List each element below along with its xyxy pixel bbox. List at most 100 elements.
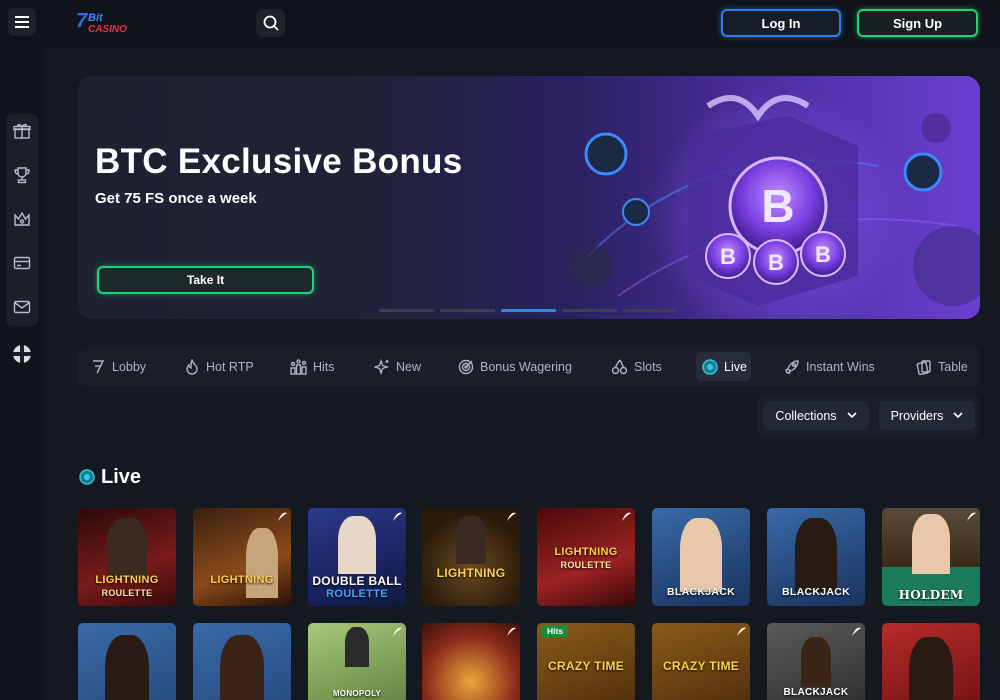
live-icon bbox=[702, 358, 718, 375]
carousel-dot[interactable] bbox=[562, 309, 617, 312]
game-tile[interactable]: BLACKJACK bbox=[767, 623, 865, 700]
category-live[interactable]: Live bbox=[702, 347, 747, 386]
category-hits[interactable]: Hits bbox=[290, 347, 335, 386]
dealer-image bbox=[107, 518, 147, 578]
category-label: Table bbox=[938, 359, 968, 374]
category-label: Instant Wins bbox=[806, 359, 875, 374]
hits-badge: Hits bbox=[542, 625, 569, 637]
providers-label: Providers bbox=[890, 408, 944, 423]
svg-text:B: B bbox=[768, 250, 784, 275]
uk-flag-icon[interactable] bbox=[12, 344, 32, 364]
banner-subtitle: Get 75 FS once a week bbox=[95, 190, 257, 207]
mail-icon[interactable] bbox=[12, 297, 32, 317]
svg-text:B: B bbox=[815, 242, 831, 267]
category-label: Slots bbox=[634, 359, 662, 374]
svg-text:B: B bbox=[761, 180, 794, 232]
chevron-down-icon bbox=[953, 412, 963, 419]
category-label: Hits bbox=[313, 359, 335, 374]
game-title: CRAZY TIME bbox=[547, 659, 625, 673]
game-title: BLACKJACK bbox=[781, 586, 851, 598]
category-label: Bonus Wagering bbox=[480, 359, 572, 374]
dealer-image bbox=[220, 635, 264, 700]
take-it-button[interactable]: Take It bbox=[97, 266, 314, 294]
dealer-image bbox=[245, 528, 278, 598]
category-label: New bbox=[396, 359, 422, 374]
game-tile[interactable]: Hits CRAZY TIME bbox=[537, 623, 635, 700]
game-tile[interactable]: LIGHTNING bbox=[193, 508, 291, 606]
section-title: Live bbox=[101, 466, 142, 488]
menu-button[interactable] bbox=[8, 8, 36, 36]
category-label: Hot RTP bbox=[206, 359, 254, 374]
game-tile[interactable] bbox=[193, 623, 291, 700]
card-icon[interactable] bbox=[12, 253, 32, 273]
category-new[interactable]: New bbox=[374, 347, 421, 386]
dealer-image bbox=[912, 514, 950, 574]
live-icon bbox=[79, 469, 95, 485]
dealer-image bbox=[795, 518, 837, 592]
dealer-image bbox=[456, 516, 486, 564]
provider-icon bbox=[737, 627, 746, 636]
trophy-icon[interactable] bbox=[12, 165, 32, 185]
target-icon bbox=[458, 359, 474, 374]
hamburger-icon bbox=[15, 16, 29, 28]
top-bar: 7 Bit CASINO Log In Sign Up bbox=[0, 0, 1000, 48]
bitcoin-gift-illustration: B B B B bbox=[568, 86, 980, 319]
game-tile[interactable]: DOUBLE BALL ROULETTE bbox=[308, 508, 406, 606]
collections-label: Collections bbox=[775, 408, 837, 423]
provider-icon bbox=[967, 512, 976, 521]
game-title: MONOPOLY bbox=[332, 689, 382, 698]
game-tile[interactable]: BLACKJACK bbox=[652, 508, 750, 606]
casino-logo[interactable]: 7 Bit CASINO bbox=[76, 9, 128, 35]
dealer-image bbox=[345, 627, 369, 667]
sparkle-icon bbox=[374, 358, 390, 375]
category-slots[interactable]: Slots bbox=[611, 347, 662, 386]
provider-icon bbox=[278, 512, 287, 521]
login-button[interactable]: Log In bbox=[721, 9, 841, 37]
provider-icon bbox=[393, 627, 402, 636]
category-nav: Lobby Hot RTP Hits New Bonus Wagering Sl… bbox=[78, 347, 980, 386]
category-hot-rtp[interactable]: Hot RTP bbox=[184, 347, 254, 386]
game-tile[interactable] bbox=[78, 623, 176, 700]
game-tile[interactable]: LIGHTNING ROULETTE bbox=[78, 508, 176, 606]
search-button[interactable] bbox=[256, 9, 285, 37]
category-lobby[interactable]: Lobby bbox=[90, 347, 146, 386]
game-title: HOLDEM bbox=[898, 588, 964, 602]
game-title: DOUBLE BALL bbox=[312, 574, 402, 588]
carousel-dot[interactable] bbox=[440, 309, 495, 312]
provider-icon bbox=[622, 512, 631, 521]
game-subtitle: ROULETTE bbox=[101, 588, 153, 598]
game-tile[interactable]: LIGHTNING bbox=[422, 508, 520, 606]
provider-icon bbox=[507, 627, 516, 636]
game-tile[interactable]: LIGHTNING ROULETTE bbox=[537, 508, 635, 606]
category-bonus-wagering[interactable]: Bonus Wagering bbox=[458, 347, 572, 386]
game-tile[interactable]: MONOPOLY bbox=[308, 623, 406, 700]
category-label: Lobby bbox=[112, 359, 147, 374]
svg-text:B: B bbox=[720, 244, 736, 269]
gift-icon[interactable] bbox=[12, 121, 32, 141]
game-tile[interactable]: CRAZY TIME bbox=[652, 623, 750, 700]
carousel-indicators bbox=[379, 309, 678, 312]
hits-icon bbox=[290, 358, 307, 375]
crown-icon[interactable] bbox=[12, 209, 32, 229]
game-tile[interactable] bbox=[882, 623, 980, 700]
svg-text:CASINO: CASINO bbox=[88, 24, 127, 35]
category-table[interactable]: Table bbox=[916, 347, 968, 386]
game-tile[interactable]: HOLDEM bbox=[882, 508, 980, 606]
providers-dropdown[interactable]: Providers bbox=[879, 401, 975, 430]
game-tile[interactable]: BLACKJACK bbox=[767, 508, 865, 606]
carousel-dot[interactable] bbox=[623, 309, 678, 312]
carousel-dot-active[interactable] bbox=[501, 309, 556, 312]
game-tile[interactable] bbox=[422, 623, 520, 700]
signup-button[interactable]: Sign Up bbox=[857, 9, 978, 37]
banner-title: BTC Exclusive Bonus bbox=[95, 142, 463, 181]
game-subtitle: ROULETTE bbox=[326, 588, 388, 600]
carousel-dot[interactable] bbox=[379, 309, 434, 312]
category-instant-wins[interactable]: Instant Wins bbox=[784, 347, 875, 386]
cherries-icon bbox=[611, 359, 628, 374]
dealer-image bbox=[909, 637, 953, 700]
cards-icon bbox=[916, 359, 931, 375]
promo-banner[interactable]: BTC Exclusive Bonus Get 75 FS once a wee… bbox=[78, 76, 980, 319]
dealer-image bbox=[680, 518, 722, 592]
provider-icon bbox=[393, 512, 402, 521]
collections-dropdown[interactable]: Collections bbox=[763, 401, 869, 430]
